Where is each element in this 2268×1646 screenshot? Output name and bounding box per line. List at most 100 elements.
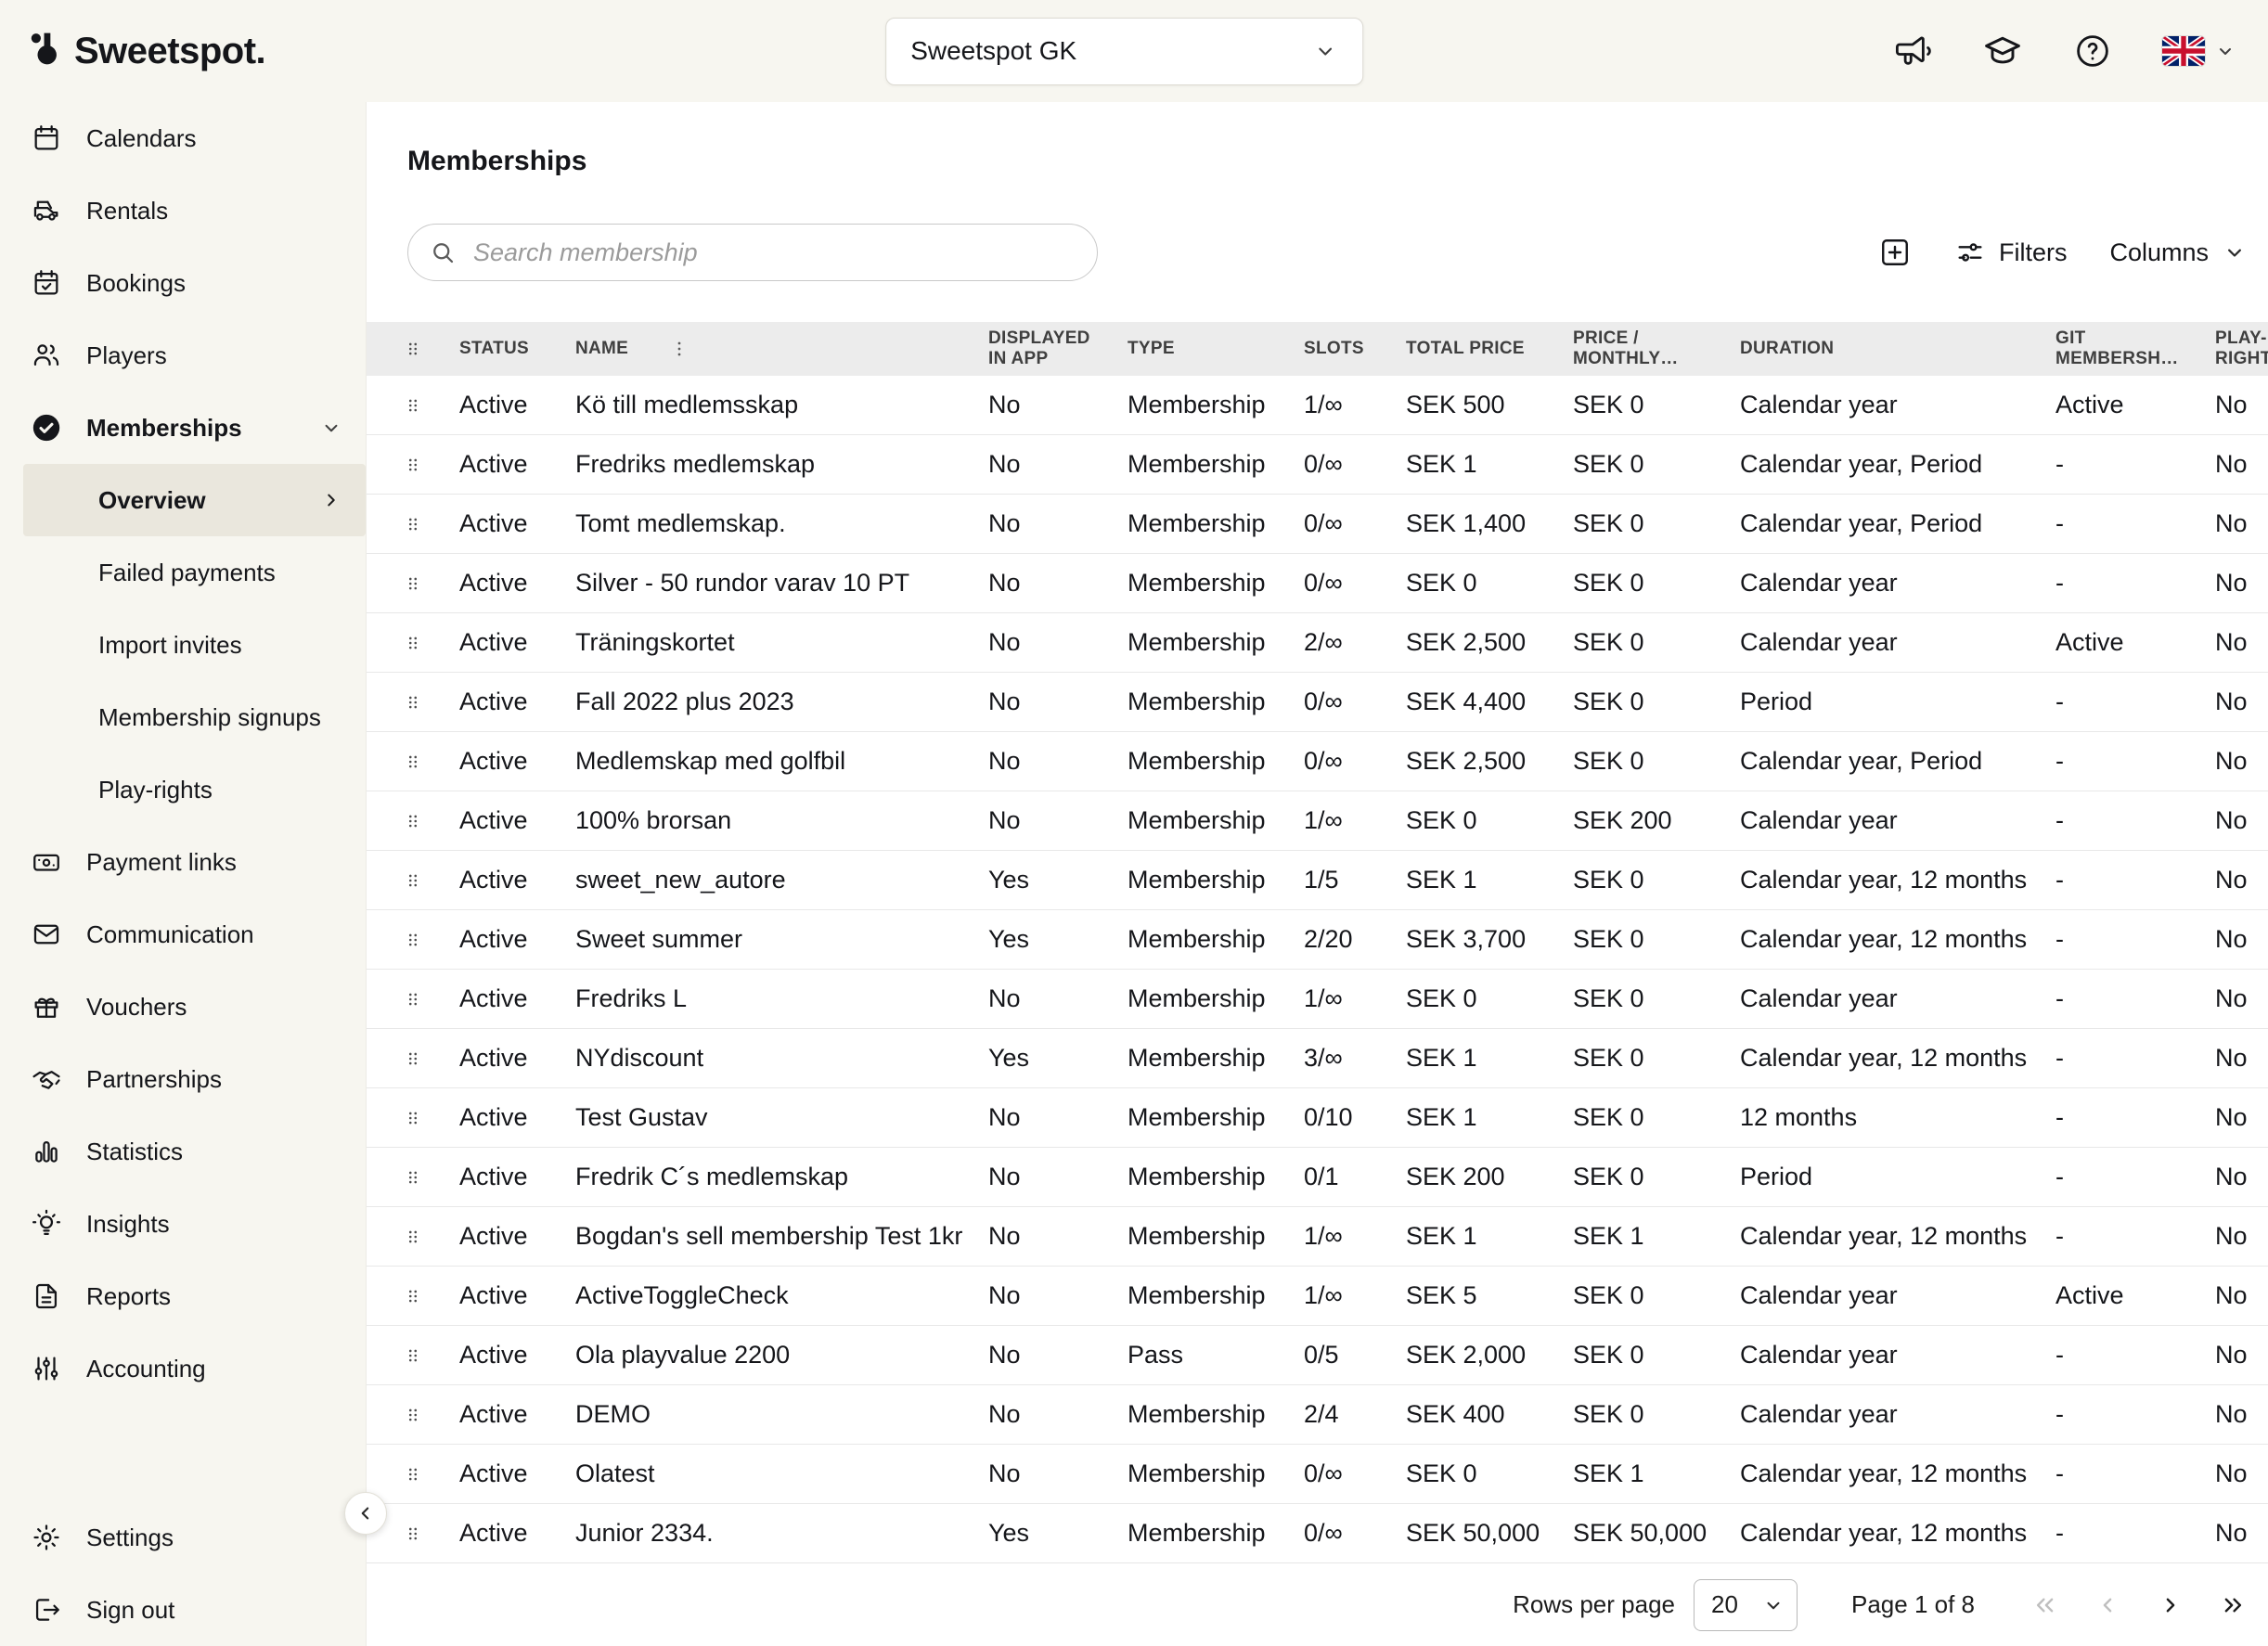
- row-drag-handle[interactable]: [367, 573, 459, 594]
- row-drag-handle[interactable]: [367, 1108, 459, 1128]
- filters-button[interactable]: Filters: [1954, 237, 2068, 268]
- row-drag-handle[interactable]: [367, 989, 459, 1009]
- cell-displayed-in-app: No: [988, 747, 1128, 776]
- users-icon: [31, 340, 62, 371]
- row-drag-handle[interactable]: [367, 1405, 459, 1425]
- plus-square-icon: [1878, 236, 1912, 269]
- rows-per-page-select[interactable]: 20: [1694, 1579, 1798, 1631]
- table-row[interactable]: Active Fall 2022 plus 2023 No Membership…: [367, 673, 2268, 732]
- table-row[interactable]: Active Kö till medlemsskap No Membership…: [367, 376, 2268, 435]
- table-row[interactable]: Active Ola playvalue 2200 No Pass 0/5 SE…: [367, 1326, 2268, 1385]
- sidebar-item-insights[interactable]: Insights: [0, 1188, 366, 1260]
- sidebar-subitem-play-rights[interactable]: Play-rights: [0, 753, 366, 826]
- language-selector[interactable]: [2162, 36, 2236, 66]
- row-drag-handle[interactable]: [367, 1048, 459, 1069]
- sidebar-item-calendars[interactable]: Calendars: [0, 102, 366, 174]
- table-row[interactable]: Active Junior 2334. Yes Membership 0/∞ S…: [367, 1504, 2268, 1562]
- sidebar-subitem-failed-payments[interactable]: Failed payments: [0, 536, 366, 609]
- chevron-down-icon: [319, 416, 343, 440]
- sidebar-collapse-button[interactable]: [344, 1492, 387, 1535]
- sidebar-item-players[interactable]: Players: [0, 319, 366, 392]
- table-row[interactable]: Active sweet_new_autore Yes Membership 1…: [367, 851, 2268, 910]
- sidebar-item-rentals[interactable]: Rentals: [0, 174, 366, 247]
- first-page-button[interactable]: [2027, 1588, 2062, 1623]
- golf-cart-icon: [31, 195, 62, 226]
- row-drag-handle[interactable]: [367, 395, 459, 416]
- sidebar-item-memberships[interactable]: Memberships: [0, 392, 366, 464]
- academy-button[interactable]: [1982, 31, 2023, 71]
- sidebar-item-vouchers[interactable]: Vouchers: [0, 971, 366, 1043]
- table-row[interactable]: Active ActiveToggleCheck No Membership 1…: [367, 1267, 2268, 1326]
- table-row[interactable]: Active DEMO No Membership 2/4 SEK 400 SE…: [367, 1385, 2268, 1445]
- row-drag-handle[interactable]: [367, 1464, 459, 1485]
- table-row[interactable]: Active Test Gustav No Membership 0/10 SE…: [367, 1088, 2268, 1148]
- search-input[interactable]: [471, 238, 1088, 268]
- cell-duration: Calendar year: [1740, 984, 2055, 1013]
- cell-play-right: No: [2215, 1103, 2268, 1132]
- cell-status: Active: [459, 450, 575, 479]
- table-row[interactable]: Active Fredriks L No Membership 1/∞ SEK …: [367, 970, 2268, 1029]
- cell-displayed-in-app: Yes: [988, 1519, 1128, 1548]
- sidebar-subitem-import-invites[interactable]: Import invites: [0, 609, 366, 681]
- sidebar-subitem-membership-signups[interactable]: Membership signups: [0, 681, 366, 753]
- graduation-cap-icon: [1982, 31, 2023, 71]
- row-drag-handle[interactable]: [367, 1227, 459, 1247]
- sidebar-item-accounting[interactable]: Accounting: [0, 1332, 366, 1405]
- search-box: [407, 224, 1098, 281]
- row-drag-handle[interactable]: [367, 870, 459, 891]
- row-drag-handle[interactable]: [367, 811, 459, 831]
- cell-slots: 2/20: [1304, 925, 1406, 954]
- row-drag-handle[interactable]: [367, 1167, 459, 1188]
- cell-type: Membership: [1128, 1222, 1304, 1251]
- table-row[interactable]: Active Olatest No Membership 0/∞ SEK 0 S…: [367, 1445, 2268, 1504]
- add-membership-button[interactable]: [1878, 236, 1912, 269]
- cell-slots: 0/∞: [1304, 747, 1406, 776]
- sidebar-item-statistics[interactable]: Statistics: [0, 1115, 366, 1188]
- cell-git-membership: Active: [2055, 1281, 2215, 1310]
- table-row[interactable]: Active Fredriks medlemskap No Membership…: [367, 435, 2268, 495]
- columns-button[interactable]: Columns: [2109, 238, 2248, 267]
- row-drag-handle[interactable]: [367, 1286, 459, 1306]
- row-drag-handle[interactable]: [367, 752, 459, 772]
- table-row[interactable]: Active Medlemskap med golfbil No Members…: [367, 732, 2268, 791]
- table-row[interactable]: Active Fredrik C´s medlemskap No Members…: [367, 1148, 2268, 1207]
- table-row[interactable]: Active Tomt medlemskap. No Membership 0/…: [367, 495, 2268, 554]
- table-row[interactable]: Active Sweet summer Yes Membership 2/20 …: [367, 910, 2268, 970]
- drag-handle-icon: [403, 930, 423, 950]
- table-row[interactable]: Active NYdiscount Yes Membership 3/∞ SEK…: [367, 1029, 2268, 1088]
- row-drag-handle[interactable]: [367, 1345, 459, 1366]
- prev-page-button[interactable]: [2090, 1588, 2125, 1623]
- club-selector-dropdown[interactable]: Sweetspot GK: [885, 18, 1363, 85]
- announcements-button[interactable]: [1893, 32, 1932, 71]
- cell-price-monthly: SEK 1: [1573, 1222, 1740, 1251]
- sidebar-item-sign-out[interactable]: Sign out: [0, 1574, 366, 1646]
- sidebar-item-communication[interactable]: Communication: [0, 898, 366, 971]
- next-page-button[interactable]: [2153, 1588, 2188, 1623]
- row-drag-handle[interactable]: [367, 692, 459, 713]
- column-header-type: TYPE: [1128, 339, 1304, 359]
- rows-per-page-value: 20: [1711, 1590, 1738, 1619]
- cell-status: Active: [459, 806, 575, 835]
- cell-duration: Calendar year: [1740, 391, 2055, 419]
- sidebar-item-settings[interactable]: Settings: [0, 1501, 366, 1574]
- table-row[interactable]: Active Träningskortet No Membership 2/∞ …: [367, 613, 2268, 673]
- sidebar-item-payment-links[interactable]: Payment links: [0, 826, 366, 898]
- row-drag-handle[interactable]: [367, 455, 459, 475]
- last-page-button[interactable]: [2216, 1588, 2251, 1623]
- cell-duration: Calendar year, 12 months: [1740, 866, 2055, 894]
- sidebar-item-bookings[interactable]: Bookings: [0, 247, 366, 319]
- cell-type: Membership: [1128, 1163, 1304, 1191]
- row-drag-handle[interactable]: [367, 514, 459, 534]
- table-row[interactable]: Active 100% brorsan No Membership 1/∞ SE…: [367, 791, 2268, 851]
- row-drag-handle[interactable]: [367, 633, 459, 653]
- sidebar-subitem-overview[interactable]: Overview: [23, 464, 366, 536]
- cell-type: Membership: [1128, 1281, 1304, 1310]
- column-menu-kebab-icon[interactable]: [669, 339, 689, 359]
- table-row[interactable]: Active Silver - 50 rundor varav 10 PT No…: [367, 554, 2268, 613]
- sidebar-item-partnerships[interactable]: Partnerships: [0, 1043, 366, 1115]
- row-drag-handle[interactable]: [367, 930, 459, 950]
- sidebar-item-reports[interactable]: Reports: [0, 1260, 366, 1332]
- table-row[interactable]: Active Bogdan's sell membership Test 1kr…: [367, 1207, 2268, 1267]
- sidebar-item-label: Statistics: [86, 1138, 183, 1166]
- help-button[interactable]: [2073, 32, 2112, 71]
